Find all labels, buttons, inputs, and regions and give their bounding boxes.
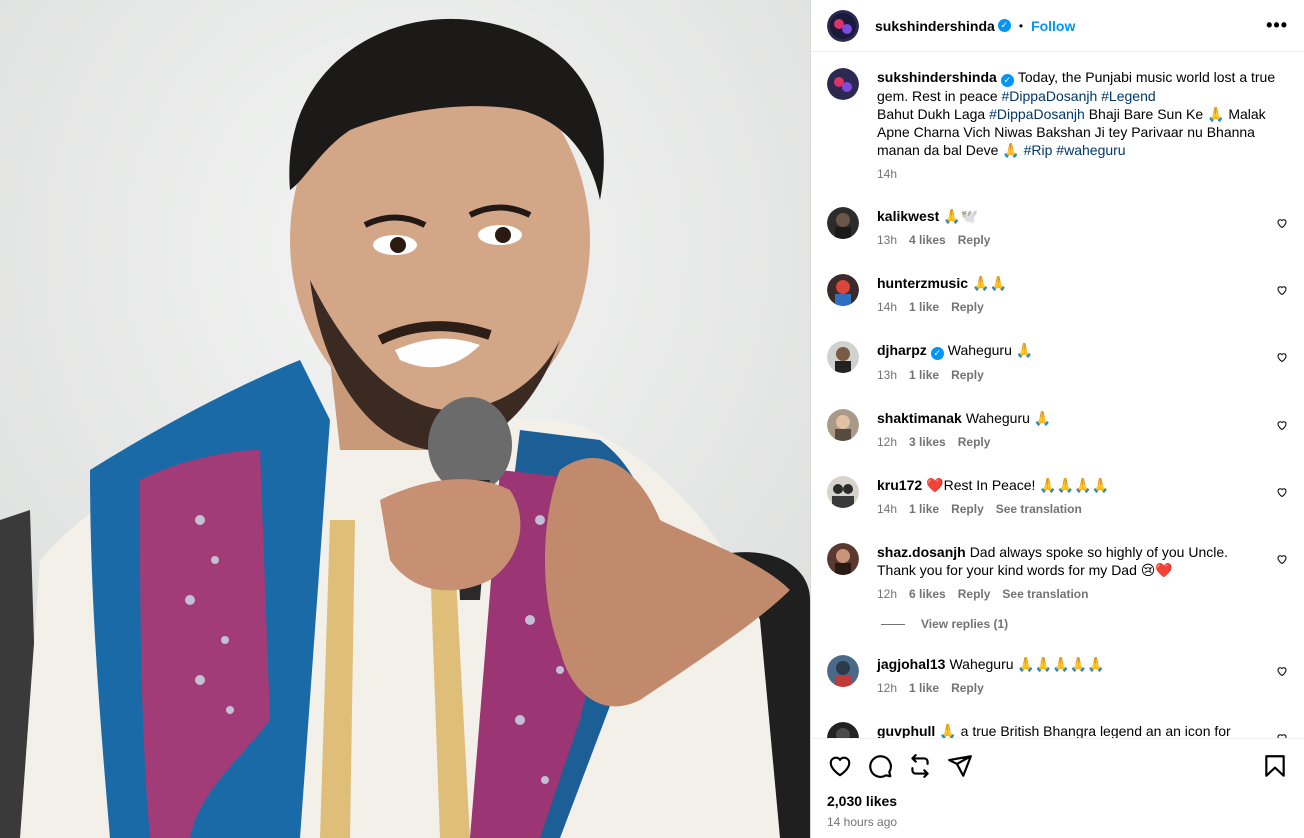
reply-button[interactable]: Reply	[951, 681, 984, 695]
comment-item: jagjohal13 Waheguru 🙏🙏🙏🙏🙏 12h 1 like Reply	[827, 655, 1288, 695]
commenter-avatar[interactable]	[827, 207, 859, 239]
caption-hashtags-3[interactable]: #Rip #waheguru	[1024, 142, 1126, 158]
comment-text: 🙏🕊️	[943, 208, 979, 224]
caption-time: 14h	[877, 167, 898, 181]
post-photo[interactable]	[0, 0, 810, 838]
comment-time: 12h	[877, 681, 898, 695]
reply-button[interactable]: Reply	[958, 233, 991, 247]
author-username[interactable]: sukshindershinda	[875, 18, 995, 34]
reply-button[interactable]: Reply	[951, 368, 984, 382]
heart-icon[interactable]	[1276, 665, 1288, 677]
caption-text: sukshindershinda ✓ Today, the Punjabi musi…	[877, 68, 1280, 159]
heart-icon[interactable]	[1276, 419, 1288, 431]
see-translation-button[interactable]: See translation	[1002, 587, 1088, 601]
verified-badge-icon: ✓	[1000, 74, 1014, 87]
separator-dot: •	[1018, 18, 1024, 33]
verified-badge-icon: ✓	[997, 19, 1011, 32]
heart-icon[interactable]	[1276, 284, 1288, 296]
view-replies-button[interactable]: View replies (1)	[881, 617, 1288, 631]
caption-username[interactable]: sukshindershinda	[877, 69, 997, 85]
commenter-avatar[interactable]	[827, 274, 859, 306]
comment-time: 12h	[877, 587, 898, 601]
more-icon[interactable]: •••	[1266, 15, 1288, 36]
likes-count[interactable]: 2,030 likes	[827, 793, 1288, 809]
heart-icon[interactable]	[1276, 217, 1288, 229]
author-avatar[interactable]	[827, 9, 859, 42]
caption-hashtag-2[interactable]: #DippaDosanjh	[989, 106, 1085, 122]
comment-likes[interactable]: 3 likes	[909, 435, 946, 449]
comment-item: kalikwest 🙏🕊️ 13h 4 likes Reply	[827, 207, 1288, 247]
action-icons	[827, 751, 1288, 781]
caption-avatar[interactable]	[827, 68, 859, 100]
like-heart-icon[interactable]	[827, 753, 853, 779]
comment-item: shaktimanak Waheguru 🙏 12h 3 likes Reply	[827, 409, 1288, 449]
comment-username[interactable]: jagjohal13	[877, 656, 945, 672]
view-replies-line	[881, 623, 905, 625]
follow-button[interactable]: Follow	[1031, 18, 1075, 34]
heart-icon[interactable]	[1276, 486, 1288, 498]
reply-button[interactable]: Reply	[951, 300, 984, 314]
comment-likes[interactable]: 1 like	[909, 368, 939, 382]
comment-icon[interactable]	[867, 753, 893, 779]
commenter-avatar[interactable]	[827, 409, 859, 441]
commenter-avatar[interactable]	[827, 655, 859, 687]
comment-time: 13h	[877, 233, 898, 247]
comment-text: 🙏🙏	[972, 275, 1007, 291]
comment-likes[interactable]: 4 likes	[909, 233, 946, 247]
comment-username[interactable]: kalikwest	[877, 208, 939, 224]
comment-username[interactable]: hunterzmusic	[877, 275, 968, 291]
heart-icon[interactable]	[1276, 553, 1288, 565]
comment-username[interactable]: shaz.dosanjh	[877, 544, 966, 560]
comment-text: 🙏 a true British Bhangra legend an an ic…	[939, 723, 1231, 738]
comment-text: Waheguru 🙏🙏🙏🙏🙏	[949, 656, 1105, 672]
caption-line2a: Bahut Dukh Laga	[877, 106, 986, 122]
commenter-avatar[interactable]	[827, 476, 859, 508]
reply-button[interactable]: Reply	[958, 435, 991, 449]
comment-likes[interactable]: 1 like	[909, 502, 939, 516]
reply-button[interactable]: Reply	[958, 587, 991, 601]
comments-scroll[interactable]: sukshindershinda ✓ Today, the Punjabi musi…	[811, 52, 1304, 738]
post-timestamp: 14 hours ago	[827, 815, 898, 829]
post-header: sukshindershinda ✓ • Follow •••	[811, 0, 1304, 52]
comment-item: shaz.dosanjh Dad always spoke so highly o…	[827, 543, 1288, 601]
share-icon[interactable]	[947, 753, 973, 779]
comment-username[interactable]: guvphull	[877, 723, 935, 738]
comment-text: Waheguru 🙏	[947, 342, 1034, 358]
comment-username[interactable]: djharpz	[877, 342, 927, 358]
comment-likes[interactable]: 1 like	[909, 681, 939, 695]
comment-likes[interactable]: 6 likes	[909, 587, 946, 601]
comment-time: 14h	[877, 502, 898, 516]
post-actions: 2,030 likes 14 hours ago	[811, 738, 1304, 838]
caption-hashtags-1[interactable]: #DippaDosanjh #Legend	[1002, 88, 1156, 104]
comment-item: djharpz ✓ Waheguru 🙏 13h 1 like Reply	[827, 341, 1288, 382]
see-translation-button[interactable]: See translation	[996, 502, 1082, 516]
comment-likes[interactable]: 1 like	[909, 300, 939, 314]
comment-text: Waheguru 🙏	[965, 410, 1052, 426]
verified-badge-icon: ✓	[930, 347, 944, 360]
view-replies-label[interactable]: View replies (1)	[921, 617, 1008, 631]
repost-icon[interactable]	[907, 753, 933, 779]
comment-username[interactable]: shaktimanak	[877, 410, 962, 426]
commenter-avatar[interactable]	[827, 543, 859, 575]
post-panel: sukshindershinda ✓ • Follow ••• sukshind…	[810, 0, 1304, 838]
commenter-avatar[interactable]	[827, 341, 859, 373]
heart-icon[interactable]	[1276, 351, 1288, 363]
comment-time: 12h	[877, 435, 898, 449]
commenter-avatar[interactable]	[827, 722, 859, 738]
comment-item: guvphull 🙏 a true British Bhangra legend …	[827, 722, 1288, 738]
post-caption: sukshindershinda ✓ Today, the Punjabi musi…	[827, 68, 1288, 181]
bookmark-icon[interactable]	[1262, 753, 1288, 779]
comment-time: 13h	[877, 368, 898, 382]
photo-illustration	[0, 0, 810, 838]
comment-time: 14h	[877, 300, 898, 314]
comment-item: hunterzmusic 🙏🙏 14h 1 like Reply	[827, 274, 1288, 314]
comment-item: kru172 ❤️Rest In Peace! 🙏🙏🙏🙏 14h 1 like Rep…	[827, 476, 1288, 516]
comment-username[interactable]: kru172	[877, 477, 922, 493]
comment-text: ❤️Rest In Peace! 🙏🙏🙏🙏	[926, 477, 1110, 493]
reply-button[interactable]: Reply	[951, 502, 984, 516]
